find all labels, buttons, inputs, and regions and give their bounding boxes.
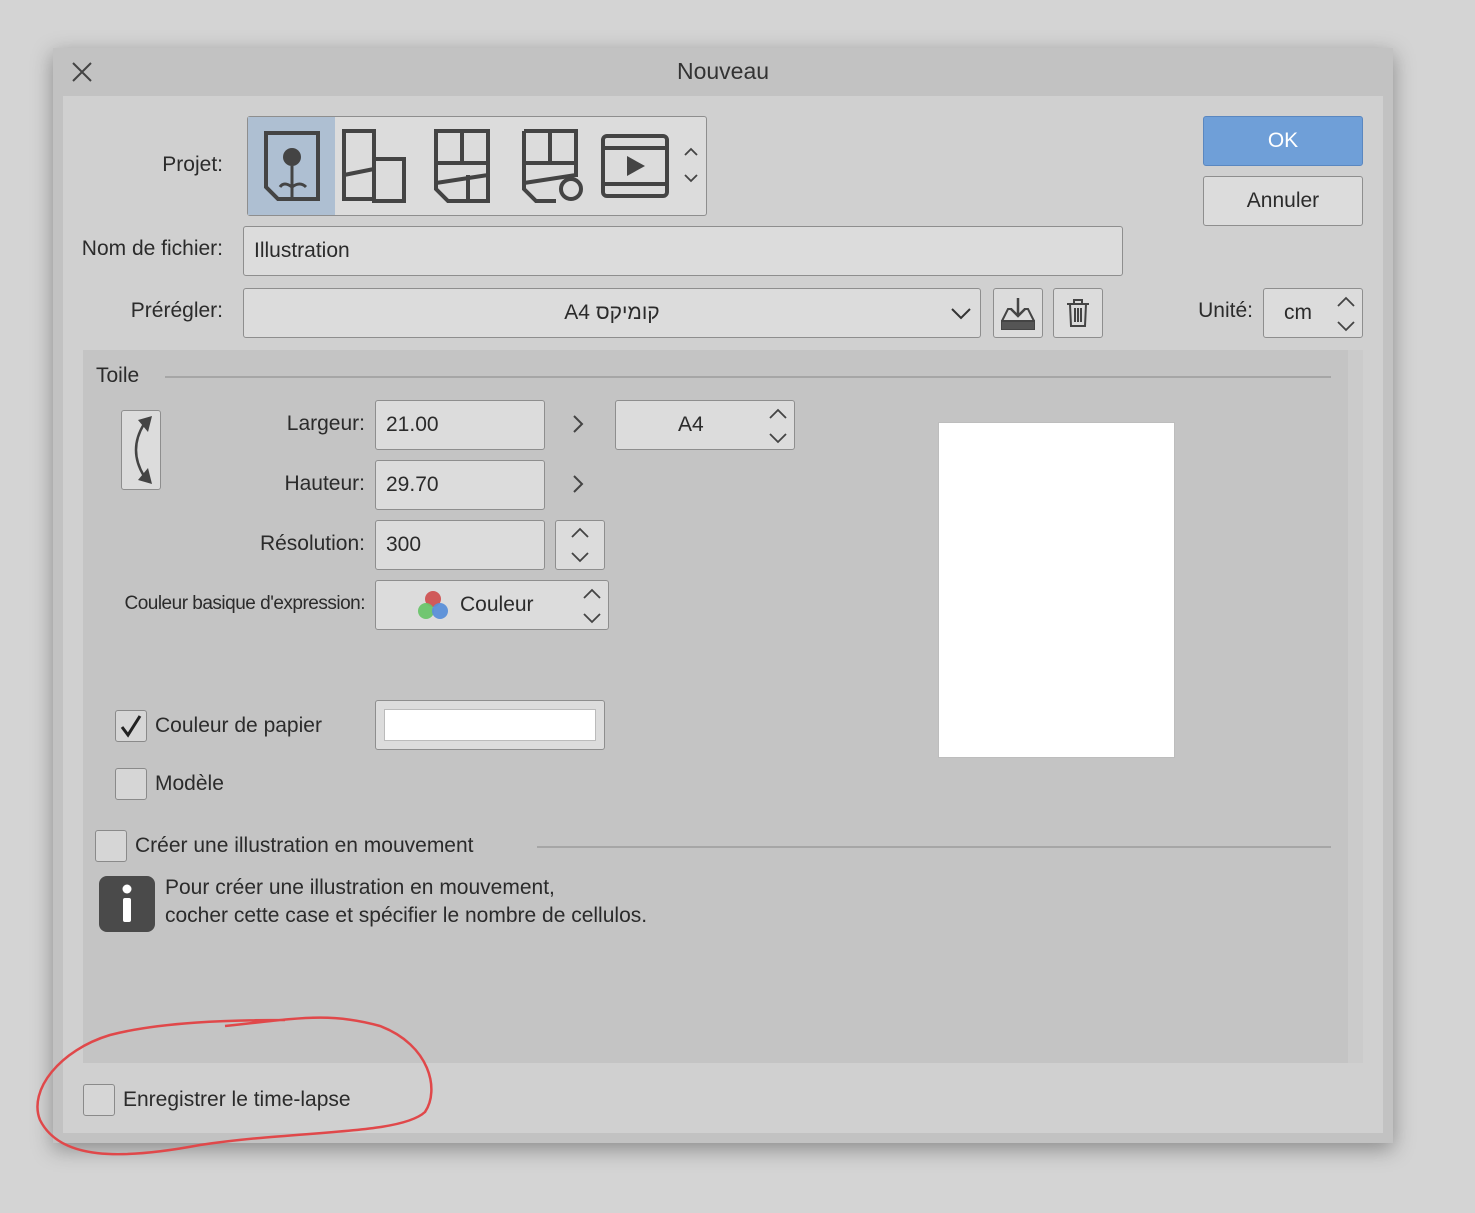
- chevron-right-icon[interactable]: [570, 414, 586, 434]
- info-icon: [99, 876, 155, 932]
- swap-orientation-button[interactable]: [121, 410, 161, 490]
- color-mode-select[interactable]: Couleur: [375, 580, 609, 630]
- multipage-settings-icon: [522, 129, 583, 203]
- divider: [537, 846, 1331, 848]
- project-type-animation[interactable]: [600, 131, 672, 201]
- preset-value: A4 קומיקס: [564, 301, 660, 324]
- project-label: Projet:: [162, 153, 223, 176]
- paper-color-checkbox[interactable]: [115, 710, 147, 742]
- animation-checkbox[interactable]: [95, 830, 127, 862]
- height-label: Hauteur:: [284, 472, 365, 495]
- resolution-input[interactable]: 300: [375, 520, 545, 570]
- unit-value: cm: [1284, 301, 1312, 324]
- paper-color-swatch[interactable]: [375, 700, 605, 750]
- chevron-down-icon: [951, 308, 971, 320]
- width-label: Largeur:: [286, 412, 365, 435]
- illustration-icon: [264, 131, 320, 201]
- resolution-label: Résolution:: [259, 532, 365, 555]
- trash-icon: [1067, 299, 1089, 327]
- preset-dropdown[interactable]: A4 קומיקס: [243, 288, 981, 338]
- width-input[interactable]: 21.00: [375, 400, 545, 450]
- template-checkbox[interactable]: [115, 768, 147, 800]
- save-preset-button[interactable]: [993, 288, 1043, 338]
- comic-icon: [342, 129, 406, 203]
- save-preset-icon: [1001, 298, 1035, 330]
- divider: [165, 376, 1331, 378]
- animation-icon: [601, 134, 669, 198]
- chevron-up-down-icon: [769, 408, 787, 444]
- canvas-preview: [938, 422, 1175, 758]
- color-circles-icon: [418, 591, 448, 619]
- rotate-arrows-icon: [134, 416, 152, 484]
- multipage-comic-icon: [434, 129, 490, 203]
- project-scroll-stepper[interactable]: [682, 145, 700, 185]
- unit-label: Unité:: [1198, 299, 1253, 322]
- info-line: Pour créer une illustration en mouvement…: [165, 876, 555, 899]
- chevron-right-icon[interactable]: [570, 474, 586, 494]
- template-label: Modèle: [155, 772, 224, 795]
- project-type-multipage-settings[interactable]: [516, 127, 591, 207]
- timelapse-label: Enregistrer le time-lapse: [123, 1088, 351, 1111]
- checkmark-icon: [120, 715, 142, 738]
- ok-button[interactable]: OK: [1203, 116, 1363, 166]
- cancel-button[interactable]: Annuler: [1203, 176, 1363, 226]
- chevron-up-down-icon: [684, 147, 698, 183]
- height-input[interactable]: 29.70: [375, 460, 545, 510]
- animation-label: Créer une illustration en mouvement: [135, 834, 474, 857]
- paper-color-label: Couleur de papier: [155, 714, 322, 737]
- size-preset-value: A4: [678, 413, 704, 436]
- scrollbar[interactable]: [1348, 350, 1363, 1063]
- chevron-up-down-icon: [1337, 296, 1355, 332]
- color-mode-label: Couleur basique d'expression:: [124, 593, 365, 614]
- project-type-selector[interactable]: [247, 116, 707, 216]
- project-type-illustration[interactable]: [248, 117, 335, 215]
- animation-info-text: Pour créer une illustration en mouvement…: [165, 874, 647, 930]
- chevron-up-down-icon: [583, 588, 601, 624]
- filename-label: Nom de fichier:: [81, 237, 223, 260]
- filename-input[interactable]: Illustration: [243, 226, 1123, 276]
- timelapse-checkbox[interactable]: [83, 1084, 115, 1116]
- color-mode-value: Couleur: [460, 593, 534, 616]
- preset-label: Prérégler:: [130, 299, 223, 322]
- project-type-comic[interactable]: [338, 127, 413, 205]
- delete-preset-button[interactable]: [1053, 288, 1103, 338]
- project-type-multipage-comic[interactable]: [428, 127, 498, 205]
- resolution-stepper[interactable]: [555, 520, 605, 570]
- canvas-section-title: Toile: [96, 364, 140, 387]
- unit-select[interactable]: cm: [1263, 288, 1363, 338]
- info-line: cocher cette case et spécifier le nombre…: [165, 904, 648, 927]
- chevron-up-down-icon: [571, 527, 589, 563]
- size-preset-select[interactable]: A4: [615, 400, 795, 450]
- dialog-title: Nouveau: [676, 58, 770, 84]
